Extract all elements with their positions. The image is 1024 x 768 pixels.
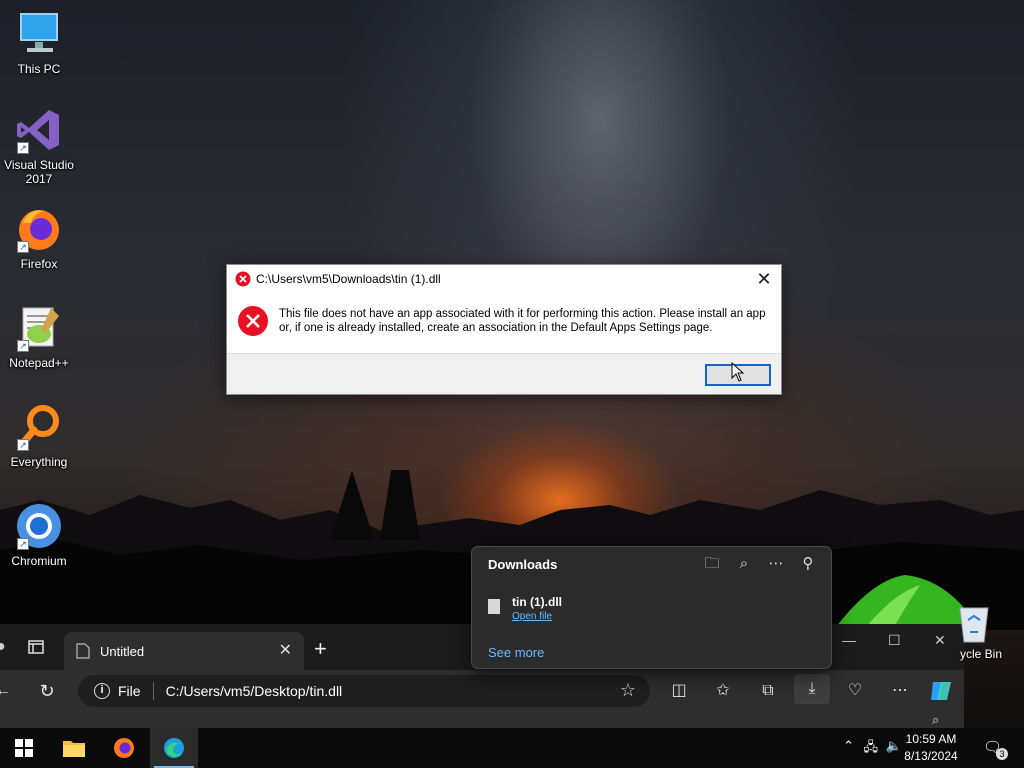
search-icon[interactable]: ⌕ <box>932 712 939 728</box>
desktop-icon-label: Notepad++ <box>9 356 69 370</box>
folder-icon <box>63 741 85 757</box>
desktop-icon-chromium[interactable]: ↗ Chromium <box>1 502 77 568</box>
address-url: C:/Users/vm5/Desktop/tin.dll <box>165 683 343 699</box>
desktop-icon-this-pc[interactable]: This PC <box>1 10 77 76</box>
desktop-icon-label: Chromium <box>11 554 67 568</box>
desktop-icon-label: ycle Bin <box>960 647 1003 661</box>
taskbar-firefox[interactable] <box>100 728 148 768</box>
monitor-icon <box>15 10 63 58</box>
notepad-plus-plus-icon: ↗ <box>15 304 63 352</box>
file-icon <box>488 599 500 614</box>
refresh-icon[interactable]: ↻ <box>36 680 58 702</box>
error-icon <box>235 271 251 287</box>
network-icon[interactable]: 🖧 <box>864 738 879 760</box>
firefox-icon: ↗ <box>15 205 63 253</box>
dialog-footer <box>227 353 781 394</box>
firefox-icon <box>114 738 134 758</box>
clock-time: 10:59 AM <box>905 732 957 746</box>
desktop-icon-label: Everything <box>10 455 68 469</box>
desktop-icon-everything[interactable]: ↗ Everything <box>1 403 77 469</box>
clock-date: 8/13/2024 <box>904 749 958 763</box>
close-icon[interactable]: ✕ <box>753 269 775 291</box>
browser-toolbar: ← ↻ i File C:/Users/vm5/Desktop/tin.dll … <box>0 670 964 712</box>
chevron-up-icon[interactable]: ⌃ <box>843 738 854 754</box>
maximize-icon[interactable]: ☐ <box>888 632 901 649</box>
error-icon <box>238 306 268 336</box>
collections-icon[interactable]: ⧉ <box>757 680 779 702</box>
close-tab-icon[interactable]: ✕ <box>279 640 292 660</box>
visual-studio-icon: ↗ <box>15 106 63 154</box>
browser-essentials-icon[interactable]: ♡ <box>844 680 866 702</box>
shortcut-arrow-icon: ↗ <box>17 241 29 253</box>
shortcut-arrow-icon: ↗ <box>17 538 29 550</box>
folder-icon[interactable]: 🗀 <box>703 555 721 573</box>
taskbar-file-explorer[interactable] <box>50 728 98 768</box>
shortcut-arrow-icon: ↗ <box>17 340 29 352</box>
chromium-icon: ↗ <box>15 502 63 550</box>
copilot-icon[interactable] <box>929 680 953 702</box>
everything-search-icon: ↗ <box>15 403 63 451</box>
taskbar: ⌃ 🖧 🔈 10:59 AM 8/13/2024 🗨 3 <box>0 728 1024 768</box>
clock[interactable]: 10:59 AM 8/13/2024 <box>898 731 964 765</box>
dialog-title: C:\Users\vm5\Downloads\tin (1).dll <box>256 272 441 286</box>
taskbar-edge[interactable] <box>150 728 198 768</box>
downloads-icon[interactable]: ⤓ <box>794 674 830 704</box>
recycle-bin-icon <box>959 607 989 643</box>
error-dialog: C:\Users\vm5\Downloads\tin (1).dll ✕ Thi… <box>226 264 782 395</box>
split-screen-icon[interactable]: ◫ <box>668 680 690 702</box>
download-file-name: tin (1).dll <box>512 595 562 609</box>
address-scheme-label: File <box>118 683 141 699</box>
mouse-cursor-icon <box>731 362 745 382</box>
tab-actions-icon[interactable] <box>28 640 44 654</box>
shortcut-arrow-icon: ↗ <box>17 142 29 154</box>
tab-untitled[interactable]: Untitled ✕ <box>64 632 304 670</box>
minimize-icon[interactable]: — <box>842 632 856 648</box>
download-item[interactable]: tin (1).dll Open file <box>488 595 562 622</box>
desktop-icon-firefox[interactable]: ↗ Firefox <box>1 205 77 271</box>
desktop-icon-label: Firefox <box>20 257 58 271</box>
profile-icon[interactable]: ● <box>0 638 6 656</box>
dialog-titlebar[interactable]: C:\Users\vm5\Downloads\tin (1).dll <box>227 265 781 293</box>
desktop-icon-label: This PC <box>17 62 61 76</box>
desktop-icon-visual-studio[interactable]: ↗ Visual Studio 2017 <box>1 106 77 186</box>
downloads-header: Downloads <box>488 557 558 572</box>
shortcut-arrow-icon: ↗ <box>17 439 29 451</box>
windows-logo-icon <box>15 739 33 757</box>
edge-icon <box>164 738 184 758</box>
address-bar[interactable]: i File C:/Users/vm5/Desktop/tin.dll ☆ <box>78 675 650 707</box>
more-menu-icon[interactable]: ⋯ <box>889 680 911 702</box>
favorites-icon[interactable]: ✩ <box>712 680 734 702</box>
back-arrow-icon[interactable]: ← <box>0 680 14 702</box>
search-icon[interactable]: ⌕ <box>735 555 753 573</box>
pin-icon[interactable]: ⚲ <box>799 555 817 573</box>
start-button[interactable] <box>0 728 48 768</box>
desktop-icon-notepad-plus-plus[interactable]: ↗ Notepad++ <box>1 304 77 370</box>
dialog-message: This file does not have an app associate… <box>279 308 766 334</box>
downloads-flyout: Downloads 🗀 ⌕ ⋯ ⚲ tin (1).dll Open file … <box>471 546 832 669</box>
new-tab-icon[interactable]: + <box>314 636 327 662</box>
info-icon[interactable]: i <box>94 683 110 699</box>
desktop-icon-recycle-bin[interactable]: ycle Bin <box>940 602 1024 661</box>
page-area: ⌕ <box>0 712 964 728</box>
page-icon <box>76 643 90 659</box>
tab-title: Untitled <box>100 643 145 659</box>
favorite-star-icon[interactable]: ☆ <box>620 680 636 701</box>
more-options-icon[interactable]: ⋯ <box>767 555 785 573</box>
see-more-link[interactable]: See more <box>488 645 544 660</box>
open-file-link[interactable]: Open file <box>512 611 562 622</box>
address-separator <box>152 682 154 700</box>
notification-count-badge: 3 <box>996 748 1008 760</box>
desktop-icon-label: Visual Studio 2017 <box>4 158 74 186</box>
